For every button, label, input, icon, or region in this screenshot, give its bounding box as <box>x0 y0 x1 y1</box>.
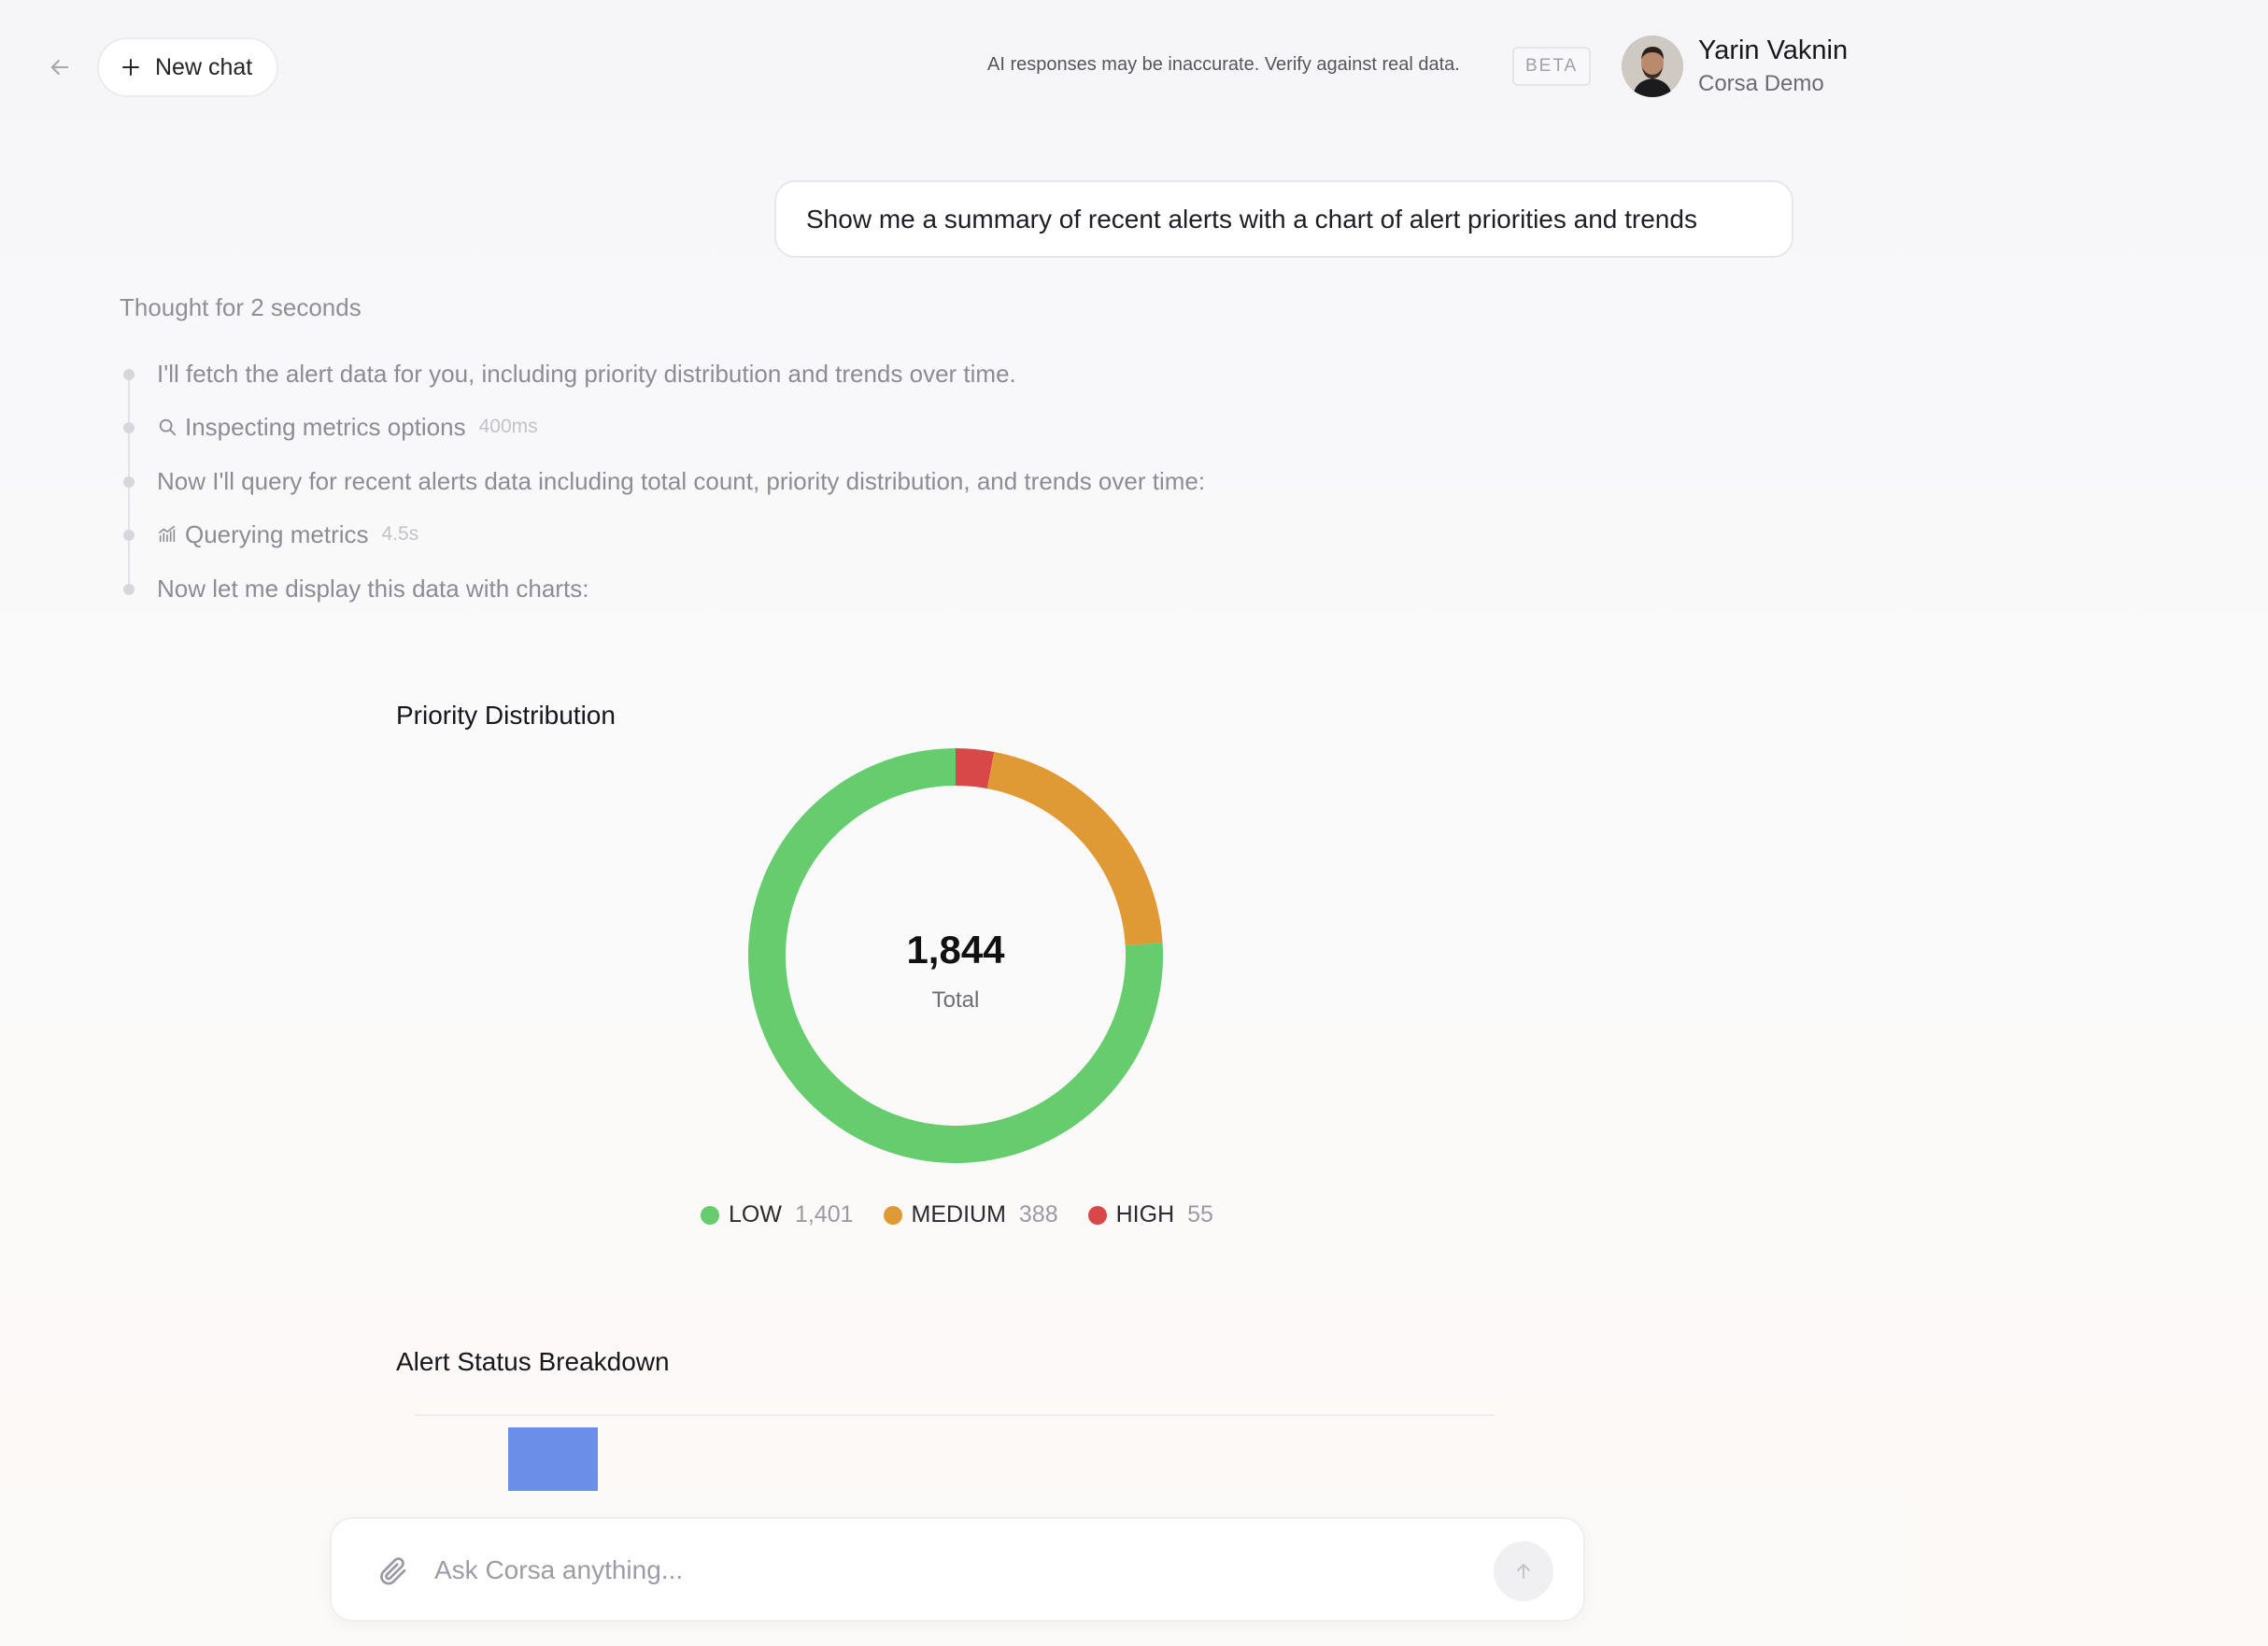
legend-label: LOW <box>729 1201 782 1227</box>
chat-input[interactable] <box>434 1547 1425 1594</box>
reasoning-step: Now I'll query for recent alerts data in… <box>120 462 1205 500</box>
step-text: Inspecting metrics options <box>185 412 466 441</box>
send-button[interactable] <box>1494 1541 1553 1601</box>
legend-dot <box>701 1205 719 1225</box>
arrow-left-icon <box>50 59 69 76</box>
legend-value: 388 <box>1018 1201 1058 1227</box>
search-icon <box>159 419 177 436</box>
ai-disclaimer: AI responses may be inaccurate. Verify a… <box>987 54 1460 75</box>
step-duration: 400ms <box>478 416 538 437</box>
reasoning-step: Now let me display this data with charts… <box>120 570 588 607</box>
donut-total-value: 1,844 <box>906 928 1005 972</box>
step-text: Querying metrics <box>185 519 369 548</box>
chart-icon <box>158 525 176 543</box>
reasoning-step[interactable]: Querying metrics 4.5s <box>120 516 418 553</box>
legend-value: 1,401 <box>794 1201 854 1227</box>
user-name: Yarin Vaknin <box>1698 35 1849 65</box>
step-duration: 4.5s <box>381 523 419 545</box>
step-text: Now let me display this data with charts… <box>157 574 589 603</box>
status-bar-chart <box>415 1412 1495 1491</box>
step-dot <box>123 584 135 595</box>
step-dot <box>123 530 135 541</box>
user-message-text: Show me a summary of recent alerts with … <box>806 204 1697 234</box>
user-avatar-image <box>1622 35 1683 97</box>
step-text: I'll fetch the alert data for you, inclu… <box>157 359 1016 388</box>
legend-item-high[interactable]: HIGH 55 <box>1087 1201 1213 1228</box>
thought-duration-toggle[interactable]: Thought for 2 seconds <box>120 293 361 322</box>
step-dot <box>123 369 135 380</box>
legend-item-low[interactable]: LOW 1,401 <box>701 1201 854 1228</box>
chart-gridline <box>415 1414 1495 1416</box>
legend-dot <box>1087 1205 1107 1225</box>
donut-slice-medium[interactable] <box>986 751 1163 946</box>
back-button[interactable] <box>41 49 78 86</box>
legend-value: 55 <box>1187 1201 1213 1227</box>
legend-label: MEDIUM <box>911 1201 1006 1227</box>
donut-slice-high[interactable] <box>955 748 995 789</box>
legend-label: HIGH <box>1115 1201 1175 1227</box>
new-chat-label: New chat <box>155 53 253 80</box>
attach-button[interactable] <box>376 1554 410 1588</box>
reasoning-step[interactable]: Inspecting metrics options 400ms <box>120 408 538 446</box>
arrow-up-icon <box>1517 1564 1530 1579</box>
status-chart-title: Alert Status Breakdown <box>396 1347 670 1376</box>
paperclip-icon <box>380 1557 406 1585</box>
top-bar: New chat AI responses may be inaccurate.… <box>0 0 2268 131</box>
user-avatar[interactable] <box>1622 35 1683 97</box>
new-chat-button[interactable]: New chat <box>97 37 279 97</box>
plus-icon <box>122 59 139 76</box>
step-dot <box>123 476 135 488</box>
status-bar[interactable] <box>508 1427 598 1491</box>
legend-dot <box>883 1205 902 1225</box>
priority-chart-title: Priority Distribution <box>396 701 616 730</box>
priority-legend: LOW 1,401 MEDIUM 388 HIGH 55 <box>701 1201 1213 1228</box>
priority-donut-chart: 1,844 Total <box>743 743 1169 1169</box>
step-text: Now I'll query for recent alerts data in… <box>157 466 1206 495</box>
chat-composer <box>330 1517 1585 1622</box>
user-message-bubble: Show me a summary of recent alerts with … <box>774 180 1793 258</box>
step-dot <box>123 422 135 433</box>
user-organization: Corsa Demo <box>1698 71 1824 96</box>
beta-badge: BETA <box>1512 47 1592 86</box>
legend-item-medium[interactable]: MEDIUM 388 <box>883 1201 1058 1228</box>
reasoning-step: I'll fetch the alert data for you, inclu… <box>120 355 1016 392</box>
donut-total-label: Total <box>931 987 980 1013</box>
